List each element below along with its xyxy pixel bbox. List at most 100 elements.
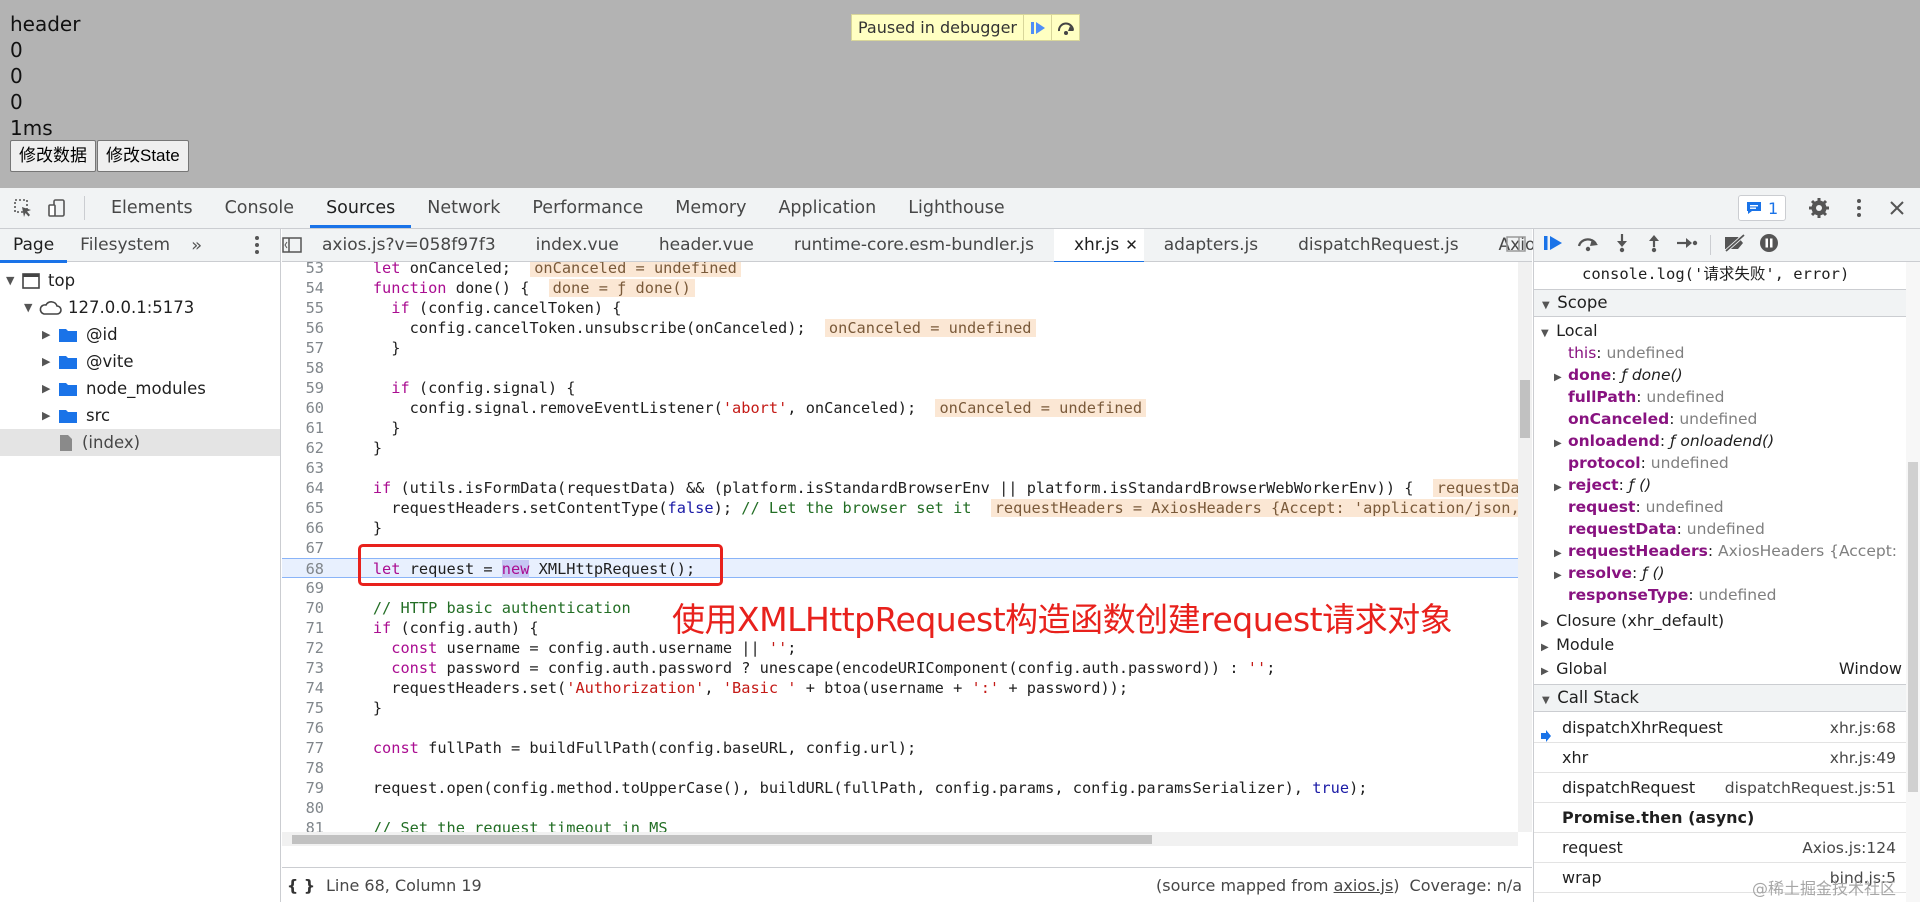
callstack-frame[interactable]: request Axios.js:124	[1534, 833, 1906, 863]
scope-variable[interactable]: ▶ requestHeaders: AxiosHeaders {Accept:	[1534, 540, 1906, 562]
callstack-async-separator: Promise.then (async)	[1534, 803, 1906, 833]
variable-name: protocol	[1568, 454, 1641, 472]
file-tab[interactable]: dispatchRequest.js	[1278, 229, 1478, 262]
paused-in-debugger-banner: Paused in debugger	[851, 14, 1080, 41]
current-frame-arrow-icon	[1540, 722, 1552, 742]
page-line: header	[10, 12, 81, 36]
close-devtools-icon[interactable]	[1880, 188, 1914, 228]
step-out-icon[interactable]	[1644, 233, 1664, 258]
tree-item-folder[interactable]: ▶ @id	[0, 321, 280, 348]
tab-lighthouse[interactable]: Lighthouse	[892, 188, 1020, 228]
pretty-print-icon[interactable]: { }	[282, 876, 320, 895]
scope-variable[interactable]: ▶ onloadend: ƒ onloadend()	[1534, 430, 1906, 452]
callstack-section-header[interactable]: ▼ Call Stack	[1534, 684, 1906, 712]
toggle-debugger-icon[interactable]	[1506, 236, 1526, 257]
local-scope-header[interactable]: ▼ Local	[1534, 320, 1906, 342]
deactivate-breakpoints-icon[interactable]	[1723, 233, 1747, 257]
callstack-frame[interactable]: dispatchXhrRequest xhr.js:68	[1534, 713, 1906, 743]
more-options-icon[interactable]	[1842, 188, 1876, 228]
file-tab[interactable]: runtime-core.esm-bundler.js	[774, 229, 1054, 262]
step-over-icon[interactable]	[1051, 15, 1079, 40]
step-into-icon[interactable]	[1612, 233, 1632, 258]
settings-gear-icon[interactable]	[1802, 188, 1836, 228]
folder-icon	[59, 382, 77, 396]
tab-sources[interactable]: Sources	[310, 188, 412, 228]
tab-performance[interactable]: Performance	[516, 188, 659, 228]
tab-elements[interactable]: Elements	[95, 188, 209, 228]
resume-icon[interactable]	[1542, 234, 1564, 257]
file-tab[interactable]: axios.js?v=058f97f3	[302, 229, 516, 262]
frame-location[interactable]: xhr.js:68	[1830, 713, 1896, 743]
close-tab-icon[interactable]: ✕	[1125, 236, 1138, 254]
scope-variable[interactable]: fullPath: undefined	[1534, 386, 1906, 408]
navigator-tab-filesystem[interactable]: Filesystem	[67, 229, 183, 262]
tree-item-top[interactable]: ▼ top	[0, 267, 280, 294]
scope-variable[interactable]: onCanceled: undefined	[1534, 408, 1906, 430]
callstack-frame[interactable]: dispatchRequest dispatchRequest.js:51	[1534, 773, 1906, 803]
more-tabs-chevron-icon[interactable]: »	[183, 235, 210, 256]
scope-variable[interactable]: this: undefined	[1534, 342, 1906, 364]
frame-location[interactable]: Axios.js:124	[1802, 833, 1896, 863]
variable-value: undefined	[1698, 586, 1777, 604]
tree-item-label: 127.0.0.1:5173	[68, 298, 195, 317]
cursor-position: Line 68, Column 19	[326, 875, 482, 895]
toggle-navigator-icon[interactable]	[282, 237, 302, 253]
frame-name: wrap	[1562, 868, 1602, 887]
editor-horizontal-scrollbar[interactable]	[282, 832, 1518, 846]
variable-value: undefined	[1686, 520, 1765, 538]
modify-state-button[interactable]: 修改State	[97, 140, 189, 172]
navigator-tab-page[interactable]: Page	[0, 229, 68, 263]
file-tab-active[interactable]: xhr.js ✕	[1053, 228, 1144, 263]
issues-badge[interactable]: 1	[1738, 195, 1787, 221]
scope-section-header[interactable]: ▼ Scope	[1534, 289, 1906, 317]
collapsed-triangle-icon: ▶	[42, 409, 51, 422]
tab-application[interactable]: Application	[762, 188, 892, 228]
frame-name: xhr	[1562, 748, 1589, 767]
inspect-element-icon[interactable]	[6, 188, 40, 228]
device-toolbar-icon[interactable]	[40, 188, 74, 228]
module-scope[interactable]: ▶ Module	[1534, 634, 1906, 656]
tree-item-folder[interactable]: ▶ node_modules	[0, 375, 280, 402]
tree-item-folder[interactable]: ▶ @vite	[0, 348, 280, 375]
file-tab[interactable]: adapters.js	[1144, 229, 1278, 262]
watermark: @稀土掘金技术社区	[1752, 879, 1897, 898]
variable-name: requestData	[1568, 520, 1677, 538]
scope-variable[interactable]: responseType: undefined	[1534, 584, 1906, 606]
global-scope[interactable]: ▶ Global Window	[1534, 658, 1906, 680]
tab-memory[interactable]: Memory	[659, 188, 762, 228]
navigator-menu-icon[interactable]	[254, 235, 260, 260]
page-line: 0	[10, 38, 23, 62]
step-icon[interactable]	[1676, 233, 1698, 258]
tab-console[interactable]: Console	[209, 188, 310, 228]
step-over-icon[interactable]	[1576, 234, 1600, 257]
scope-variable[interactable]: requestData: undefined	[1534, 518, 1906, 540]
variable-name: responseType	[1568, 586, 1689, 604]
debugger-scrollbar[interactable]	[1906, 262, 1920, 902]
debugger-sidebar: console.log('请求失败', error) ▼ Scope ▼ Loc…	[1533, 229, 1920, 902]
resume-icon[interactable]	[1023, 15, 1051, 40]
source-map-link[interactable]: axios.js	[1334, 876, 1394, 895]
frame-location[interactable]: xhr.js:49	[1830, 743, 1896, 773]
variable-name: onCanceled	[1568, 410, 1670, 428]
tree-item-label: @id	[86, 325, 118, 344]
modify-data-button[interactable]: 修改数据	[10, 140, 96, 172]
tab-network[interactable]: Network	[411, 188, 516, 228]
tree-item-index-file[interactable]: (index)	[0, 429, 280, 456]
coverage-status: Coverage: n/a	[1409, 875, 1522, 895]
variable-name: done	[1568, 366, 1612, 384]
scope-variable[interactable]: ▶ reject: ƒ ()	[1534, 474, 1906, 496]
tree-item-host[interactable]: ▼ 127.0.0.1:5173	[0, 294, 280, 321]
editor-vertical-scrollbar[interactable]	[1518, 262, 1532, 832]
file-tab[interactable]: header.vue	[639, 229, 774, 262]
file-tab[interactable]: index.vue	[516, 229, 639, 262]
closure-scope[interactable]: ▶ Closure (xhr_default)	[1534, 610, 1906, 632]
callstack-frame[interactable]: xhr xhr.js:49	[1534, 743, 1906, 773]
scope-variable[interactable]: request: undefined	[1534, 496, 1906, 518]
variable-name: this	[1568, 344, 1597, 362]
scope-variable[interactable]: protocol: undefined	[1534, 452, 1906, 474]
scope-variable[interactable]: ▶ done: ƒ done()	[1534, 364, 1906, 386]
pause-on-exceptions-icon[interactable]	[1759, 233, 1779, 258]
tree-item-folder[interactable]: ▶ src	[0, 402, 280, 429]
scope-variable[interactable]: ▶ resolve: ƒ ()	[1534, 562, 1906, 584]
frame-location[interactable]: dispatchRequest.js:51	[1725, 773, 1896, 803]
